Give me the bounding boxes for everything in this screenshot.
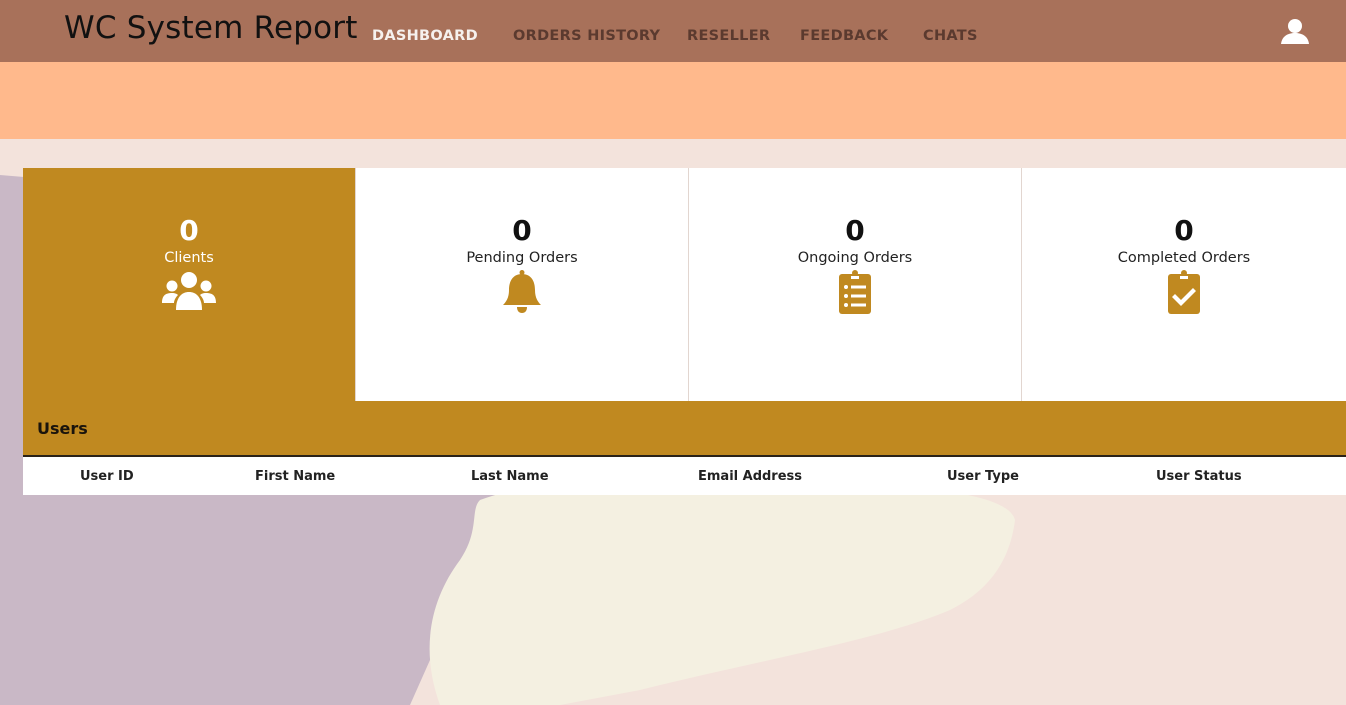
stat-count: 0 [512,214,532,247]
stat-count: 0 [1174,214,1194,247]
stat-label: Clients [164,250,214,266]
stat-count: 0 [845,214,865,247]
user-menu-button[interactable] [1280,17,1310,47]
stat-card-ongoing-orders[interactable]: 0 Ongoing Orders [688,168,1021,401]
header-banner [0,62,1346,139]
column-header-user-id[interactable]: User ID [80,469,134,484]
column-header-last-name[interactable]: Last Name [471,469,549,484]
users-title: Users [37,419,88,438]
stat-card-pending-orders[interactable]: 0 Pending Orders [355,168,688,401]
stat-label: Ongoing Orders [797,250,913,266]
column-header-email-address[interactable]: Email Address [698,469,802,484]
app-title: WC System Report [64,10,358,46]
users-table: Users User ID First Name Last Name Email… [23,401,1346,495]
column-header-first-name[interactable]: First Name [255,469,335,484]
nav-reseller[interactable]: RESELLER [687,28,770,44]
users-table-header: Users [23,401,1346,457]
top-navbar: WC System Report DASHBOARD ORDERS HISTOR… [0,0,1346,62]
stats-cards: 0 Clients 0 Pending Orders 0 Ongoing Ord… [23,168,1346,401]
stat-card-completed-orders[interactable]: 0 Completed Orders [1021,168,1346,401]
stat-card-clients[interactable]: 0 Clients [23,168,355,401]
nav-feedback[interactable]: FEEDBACK [800,28,888,44]
users-group-icon [162,272,216,310]
nav-orders-history[interactable]: ORDERS HISTORY [513,28,660,44]
stat-label: Pending Orders [466,250,578,266]
clipboard-list-icon [839,270,871,314]
clipboard-check-icon [1168,270,1200,314]
user-icon [1281,19,1309,44]
bell-icon [503,270,541,313]
column-header-user-status[interactable]: User Status [1156,469,1242,484]
nav-dashboard[interactable]: DASHBOARD [372,28,478,44]
stat-count: 0 [179,214,199,247]
column-header-user-type[interactable]: User Type [947,469,1019,484]
nav-chats[interactable]: CHATS [923,28,978,44]
stat-label: Completed Orders [1117,250,1251,266]
